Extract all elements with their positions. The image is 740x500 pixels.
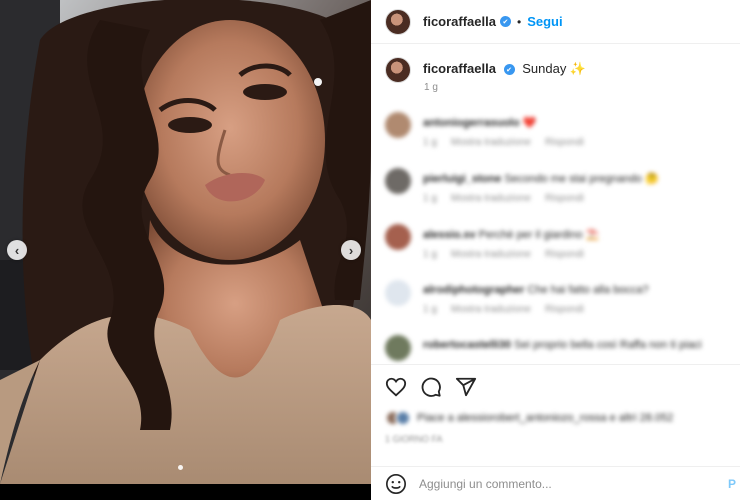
comment-icon[interactable] <box>420 376 442 398</box>
post-modal: ‹ › ficoraffaella ✔ • Segui ficoraffaell… <box>0 0 740 500</box>
likes-summary: Piace a alessiorobert_antoniozo_rossa e … <box>385 410 673 426</box>
heart-icon[interactable] <box>385 376 407 398</box>
translate-link[interactable]: Mostra traduzione <box>451 193 531 204</box>
commenter-avatar[interactable] <box>385 224 411 250</box>
comment-time: 1 g <box>423 193 437 204</box>
comment-text: Perchè per il giardino ⛱️ <box>478 229 600 241</box>
comment-username[interactable]: alrodiphotographer <box>423 284 524 296</box>
comment-username[interactable]: robertocastelli30 <box>423 339 511 351</box>
comment-text: Secondo me stai pregnando 🤔 <box>504 173 659 185</box>
comment-text: Sei proprio bella così Raffa non ti piac… <box>514 339 702 351</box>
commenter-avatar[interactable] <box>385 280 411 306</box>
emoji-icon[interactable] <box>385 473 407 495</box>
caption-avatar[interactable] <box>385 57 411 83</box>
carousel-next-button[interactable]: › <box>341 240 361 260</box>
comment-time: 1 g <box>423 249 437 260</box>
verified-icon: ✔ <box>503 64 515 76</box>
add-comment-bar: P <box>371 466 740 500</box>
caption-text: Sunday ✨ <box>522 61 587 76</box>
author-avatar[interactable] <box>385 8 411 35</box>
comment-item: alessio.sv Perchè per il giardino ⛱️ 1 g… <box>385 224 599 260</box>
commenter-avatar[interactable] <box>385 335 411 361</box>
comment-item: alrodiphotographer Che hai fatto alla bo… <box>385 280 649 315</box>
reply-link[interactable]: Rispondi <box>545 304 584 315</box>
post-sidebar: ficoraffaella ✔ • Segui ficoraffaella ✔ … <box>371 0 740 500</box>
liker-avatar <box>395 410 411 426</box>
likes-count[interactable]: Piace a alessiorobert_antoniozo_rossa e … <box>417 412 673 424</box>
post-actions <box>371 364 740 408</box>
commenter-avatar[interactable] <box>385 168 411 194</box>
reply-link[interactable]: Rispondi <box>545 249 584 260</box>
comment-username[interactable]: pierluigi_stone <box>423 173 501 185</box>
share-icon[interactable] <box>455 376 477 398</box>
post-date: 1 GIORNO FA <box>385 434 443 444</box>
follow-button[interactable]: Segui <box>527 14 562 29</box>
comment-text: ❤️ <box>522 117 537 129</box>
post-photo[interactable]: ‹ › <box>0 0 371 484</box>
translate-link[interactable]: Mostra traduzione <box>451 137 531 148</box>
comment-username[interactable]: alessio.sv <box>423 229 476 241</box>
translate-link[interactable]: Mostra traduzione <box>451 249 531 260</box>
comment-username[interactable]: antoniogerrasuolo <box>423 117 520 129</box>
reply-link[interactable]: Rispondi <box>545 193 584 204</box>
post-caption: ficoraffaella ✔ Sunday ✨ <box>385 57 586 83</box>
header-separator: • <box>516 14 522 29</box>
comment-item: robertocastelli30 Sei proprio bella così… <box>385 335 702 361</box>
author-username[interactable]: ficoraffaella <box>423 14 496 29</box>
post-comment-button[interactable]: P <box>728 477 736 491</box>
caption-username[interactable]: ficoraffaella <box>423 61 496 76</box>
portrait-image <box>0 0 371 484</box>
caption-timestamp: 1 g <box>424 82 438 93</box>
comment-time: 1 g <box>423 304 437 315</box>
comment-text: Che hai fatto alla bocca? <box>527 284 649 296</box>
carousel-dot <box>178 465 183 470</box>
comment-item: pierluigi_stone Secondo me stai pregnand… <box>385 168 659 204</box>
verified-icon: ✔ <box>499 16 511 27</box>
post-header: ficoraffaella ✔ • Segui <box>371 0 740 44</box>
reply-link[interactable]: Rispondi <box>545 137 584 148</box>
chevron-right-icon: › <box>348 242 354 258</box>
carousel-indicator <box>178 465 183 470</box>
commenter-avatar[interactable] <box>385 112 411 138</box>
carousel-prev-button[interactable]: ‹ <box>7 240 27 260</box>
comment-input[interactable] <box>419 476 719 491</box>
comment-item: antoniogerrasuolo ❤️ 1 g Mostra traduzion… <box>385 112 598 148</box>
comment-time: 1 g <box>423 137 437 148</box>
chevron-left-icon: ‹ <box>14 242 20 258</box>
translate-link[interactable]: Mostra traduzione <box>451 304 531 315</box>
